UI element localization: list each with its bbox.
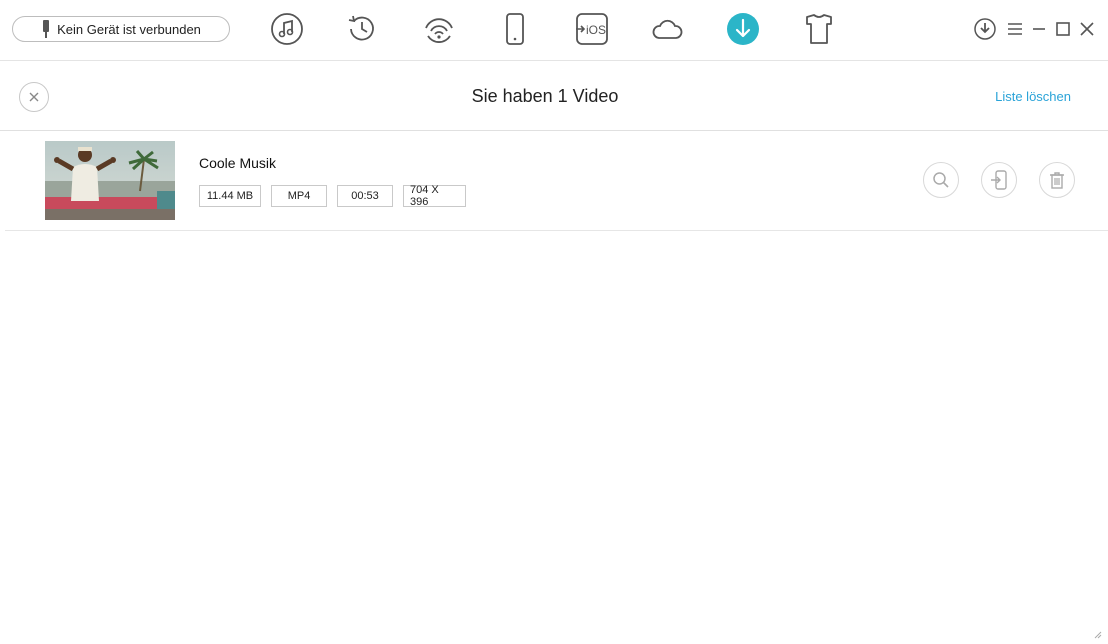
search-icon [933,172,949,188]
page-title: Sie haben 1 Video [471,86,619,106]
transfer-to-device-button[interactable] [981,162,1017,198]
history-icon[interactable] [345,12,379,46]
delete-button[interactable] [1039,162,1075,198]
transfer-to-device-icon [991,170,1007,190]
tshirt-icon[interactable] [802,12,836,46]
cloud-icon[interactable] [650,12,684,46]
search-button[interactable] [923,162,959,198]
close-window-icon[interactable] [1076,18,1098,40]
maximize-icon[interactable] [1052,18,1074,40]
resize-grip-icon[interactable] [1094,626,1102,639]
resolution-badge: 704 X 396 [403,184,466,208]
wifi-sync-icon[interactable] [422,12,456,46]
file-size-badge: 11.44 MB [199,185,261,207]
download-manager-icon[interactable] [974,18,996,40]
minimize-icon[interactable] [1028,18,1050,40]
cable-plug-icon [41,20,51,38]
trash-icon [1050,172,1064,189]
device-status-label: Kein Gerät ist verbunden [57,21,201,37]
menu-icon[interactable] [1004,18,1026,40]
video-thumbnail[interactable] [45,141,175,220]
clear-list-link[interactable]: Liste löschen [995,89,1071,104]
to-ios-label: iOS [586,23,606,37]
list-header: Sie haben 1 Video Liste löschen [0,61,1108,131]
video-meta-tags: 11.44 MB MP4 00:53 704 X 396 [199,184,466,208]
video-title: Coole Musik [199,155,277,171]
device-status-button[interactable]: Kein Gerät ist verbunden [12,16,230,42]
list-item: Coole Musik 11.44 MB MP4 00:53 704 X 396 [5,131,1108,231]
format-badge: MP4 [271,185,327,207]
download-icon[interactable] [726,12,760,46]
music-note-icon[interactable] [270,12,304,46]
to-ios-icon[interactable]: iOS [575,12,609,46]
duration-badge: 00:53 [337,185,393,207]
top-toolbar: Kein Gerät ist verbunden iOS [0,0,1108,61]
phone-icon[interactable] [498,12,532,46]
